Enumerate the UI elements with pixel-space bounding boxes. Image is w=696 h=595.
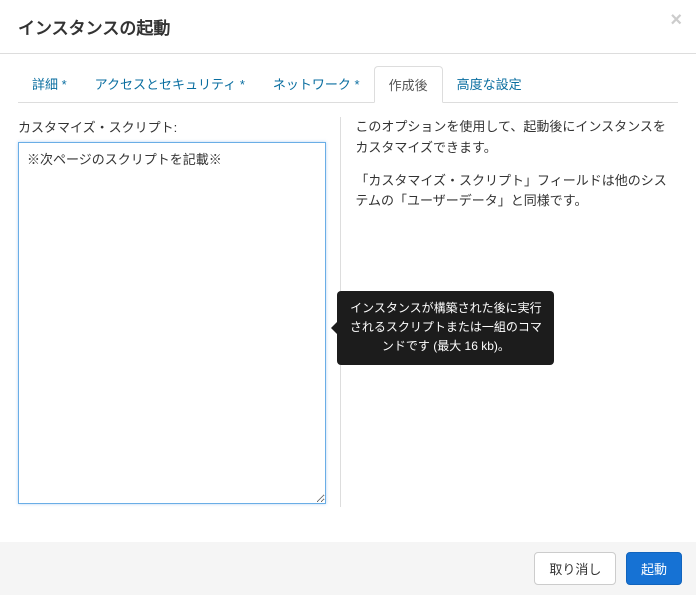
modal-body: 詳細 * アクセスとセキュリティ * ネットワーク * 作成後 高度な設定 カス… (0, 54, 696, 525)
tab-advanced[interactable]: 高度な設定 (443, 66, 536, 102)
tab-access[interactable]: アクセスとセキュリティ * (81, 66, 259, 102)
close-icon[interactable]: × (670, 10, 682, 30)
modal-title: インスタンスの起動 (18, 14, 678, 39)
modal-header: インスタンスの起動 × (0, 0, 696, 54)
script-label: カスタマイズ・スクリプト: (18, 117, 326, 136)
tab-post-creation[interactable]: 作成後 (374, 66, 443, 103)
modal-footer: 取り消し 起動 (0, 542, 696, 595)
tab-details[interactable]: 詳細 * (18, 66, 81, 102)
tab-network[interactable]: ネットワーク * (259, 66, 374, 102)
cancel-button[interactable]: 取り消し (534, 552, 616, 585)
help-text-2: 「カスタマイズ・スクリプト」フィールドは他のシステムの「ユーザーデータ」と同様で… (355, 171, 678, 213)
customization-script-input[interactable] (18, 142, 326, 504)
launch-button[interactable]: 起動 (626, 552, 682, 585)
content-row: カスタマイズ・スクリプト: このオプションを使用して、起動後にインスタンスをカス… (18, 117, 678, 507)
tooltip: インスタンスが構築された後に実行されるスクリプトまたは一組のコマンドです (最大… (337, 291, 554, 365)
help-text-1: このオプションを使用して、起動後にインスタンスをカスタマイズできます。 (355, 117, 678, 159)
tab-bar: 詳細 * アクセスとセキュリティ * ネットワーク * 作成後 高度な設定 (18, 66, 678, 103)
tooltip-text: インスタンスが構築された後に実行されるスクリプトまたは一組のコマンドです (最大… (350, 301, 542, 353)
right-column: このオプションを使用して、起動後にインスタンスをカスタマイズできます。 「カスタ… (341, 117, 678, 507)
left-column: カスタマイズ・スクリプト: (18, 117, 341, 507)
